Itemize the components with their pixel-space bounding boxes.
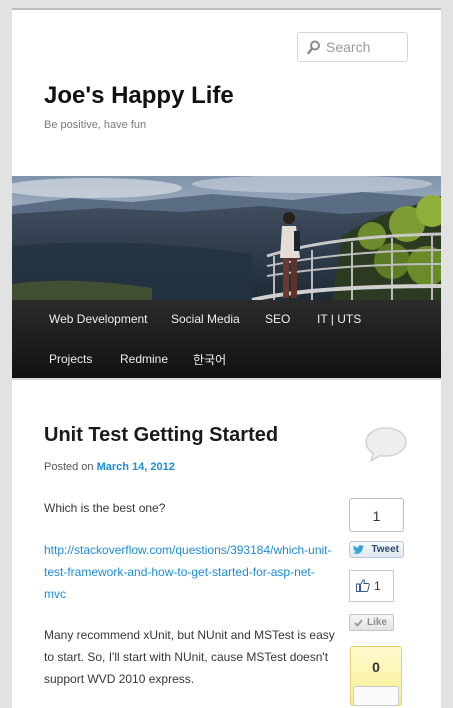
search-input[interactable] xyxy=(326,38,404,56)
post-link-paragraph: http://stackoverflow.com/questions/39318… xyxy=(44,539,336,605)
landscape-header-photo xyxy=(12,176,441,300)
post-paragraph: Which is the best one? xyxy=(44,501,166,515)
tweet-label: Tweet xyxy=(371,544,399,555)
stackoverflow-link[interactable]: http://stackoverflow.com/questions/39318… xyxy=(44,543,331,601)
header-image[interactable] xyxy=(12,176,441,300)
post-meta: Posted on March 14, 2012 xyxy=(44,461,175,473)
nav-divider xyxy=(12,378,441,380)
posted-on-label: Posted on xyxy=(44,461,94,473)
nav-item-redmine[interactable]: Redmine xyxy=(120,352,168,366)
tweet-button[interactable]: Tweet xyxy=(349,541,404,558)
main-nav: Web Development Social Media SEO IT | UT… xyxy=(12,300,441,378)
nav-item-web-development[interactable]: Web Development xyxy=(49,312,148,326)
post-paragraph: Many recommend xUnit, but NUnit and MSTe… xyxy=(44,628,335,686)
comment-bubble-icon[interactable] xyxy=(364,426,408,467)
site-title[interactable]: Joe's Happy Life xyxy=(44,82,234,110)
nav-item-seo[interactable]: SEO xyxy=(265,312,290,326)
post-date-link[interactable]: March 14, 2012 xyxy=(97,461,175,473)
nav-item-projects[interactable]: Projects xyxy=(49,352,92,366)
tweet-count: 1 xyxy=(349,498,404,532)
fb-like-label: Like xyxy=(366,617,387,628)
fb-count: 1 xyxy=(374,579,381,593)
thumbs-up-icon xyxy=(356,579,370,592)
site-description: Be positive, have fun xyxy=(44,119,147,131)
facebook-like-button[interactable]: Like xyxy=(349,614,394,631)
facebook-like-count: 1 xyxy=(349,570,394,602)
checkmark-icon xyxy=(354,619,363,627)
nav-item-korean[interactable]: 한국어 xyxy=(193,351,226,368)
search-box[interactable] xyxy=(297,32,408,62)
twitter-bird-icon xyxy=(353,545,364,554)
plusone-button[interactable] xyxy=(353,686,399,706)
page: Joe's Happy Life Be positive, have fun xyxy=(12,8,441,708)
nav-item-social-media[interactable]: Social Media xyxy=(171,312,240,326)
nav-item-it-uts[interactable]: IT | UTS xyxy=(317,312,361,326)
post-title[interactable]: Unit Test Getting Started xyxy=(44,424,278,447)
search-icon xyxy=(307,40,320,55)
